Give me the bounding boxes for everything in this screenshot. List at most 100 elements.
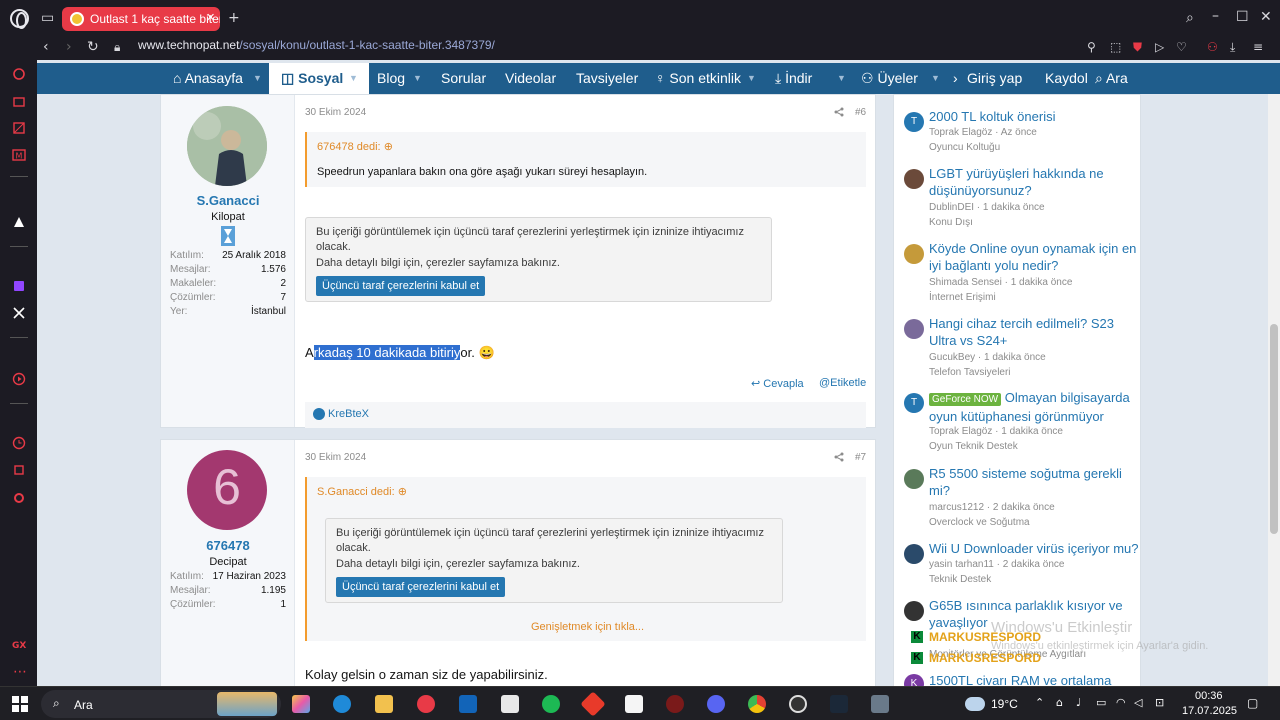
- thread-title[interactable]: 1500TL civarı RAM ve ortalama: [929, 672, 1139, 686]
- browser-tab[interactable]: Outlast 1 kaç saatte biter?: [62, 7, 220, 31]
- new-tab-icon[interactable]: +: [228, 10, 240, 26]
- scrollbar-thumb[interactable]: [1270, 324, 1278, 534]
- clock-date[interactable]: 17.07.2025: [1182, 705, 1237, 717]
- arrow-up-circle-icon[interactable]: ⊕: [384, 141, 393, 153]
- thread-title[interactable]: R5 5500 sisteme soğutma gerekli mi?: [929, 465, 1139, 499]
- nav-recent-activity[interactable]: ♀ Son etkinlik: [655, 63, 741, 94]
- share-icon[interactable]: [834, 452, 844, 462]
- workspaces-icon[interactable]: ▭: [41, 10, 54, 26]
- maximize-icon[interactable]: ☐: [1236, 9, 1249, 25]
- edge-icon[interactable]: [333, 695, 351, 713]
- settings-icon[interactable]: [12, 491, 26, 505]
- thread-title[interactable]: Wii U Downloader virüs içeriyor mu?: [929, 540, 1139, 557]
- copilot-icon[interactable]: [292, 695, 310, 713]
- power-icon[interactable]: ⊡: [1155, 696, 1164, 709]
- aria-icon[interactable]: [12, 67, 26, 81]
- chevron-down-icon[interactable]: ▼: [931, 63, 940, 94]
- avatar[interactable]: T: [904, 112, 924, 132]
- tray-chevron-icon[interactable]: ⌃: [1035, 696, 1044, 709]
- thread-title[interactable]: Hangi cihaz tercih edilmeli? S23 Ultra v…: [929, 315, 1139, 349]
- nav-search[interactable]: ⌕ Ara: [1095, 63, 1128, 94]
- post-date[interactable]: 30 Ekim 2024: [305, 107, 366, 118]
- app-icon[interactable]: [789, 695, 807, 713]
- thread-title[interactable]: 2000 TL koltuk önerisi: [929, 108, 1139, 125]
- avatar[interactable]: 6: [187, 450, 267, 530]
- post-number[interactable]: #6: [855, 107, 866, 118]
- twitch-icon[interactable]: [12, 279, 26, 293]
- thread-title[interactable]: GeForce NOW Olmayan bilgisayarda oyun kü…: [929, 389, 1139, 425]
- reaction-user[interactable]: KreBteX: [328, 408, 369, 420]
- discord-icon[interactable]: [707, 695, 725, 713]
- avatar[interactable]: T: [904, 393, 924, 413]
- nav-download[interactable]: ⤓ İndir: [775, 63, 812, 94]
- thread-forum[interactable]: Oyun Teknik Destek: [929, 441, 1018, 452]
- avatar[interactable]: [904, 244, 924, 264]
- thread-forum[interactable]: İnternet Erişimi: [929, 292, 996, 303]
- thread-title[interactable]: Köyde Online oyun oynamak için en iyi ba…: [929, 240, 1139, 274]
- scrollbar[interactable]: [1268, 94, 1280, 686]
- nav-blog[interactable]: Blog: [377, 63, 405, 94]
- app-icon[interactable]: [580, 691, 606, 717]
- nav-scroll-right-icon[interactable]: ›: [953, 63, 958, 94]
- url-field[interactable]: www.technopat.net/sosyal/konu/outlast-1-…: [138, 38, 495, 52]
- share-page-icon[interactable]: ▷: [1155, 39, 1164, 55]
- close-tab-icon[interactable]: ✕: [206, 11, 215, 24]
- downloads-icon[interactable]: ⤓: [1230, 39, 1235, 55]
- app-icon[interactable]: [871, 695, 889, 713]
- forward-icon[interactable]: ›: [66, 39, 72, 55]
- accept-cookies-button[interactable]: Üçüncü taraf çerezlerini kabul et: [336, 577, 506, 597]
- clock-time[interactable]: 00:36: [1195, 690, 1223, 702]
- notepad-icon[interactable]: [625, 695, 643, 713]
- menu-icon[interactable]: ≡: [1253, 39, 1263, 55]
- back-icon[interactable]: ‹: [43, 39, 49, 55]
- aria-ai-icon[interactable]: [12, 215, 26, 229]
- extensions-icon[interactable]: [12, 463, 26, 477]
- avatar[interactable]: [904, 319, 924, 339]
- avatar[interactable]: K: [904, 674, 924, 686]
- close-window-icon[interactable]: ✕: [1260, 9, 1272, 25]
- weather-icon[interactable]: [965, 697, 985, 711]
- accept-cookies-button[interactable]: Üçüncü taraf çerezlerini kabul et: [316, 276, 486, 296]
- search-tabs-icon[interactable]: ⌕: [1186, 10, 1194, 26]
- chevron-down-icon[interactable]: ▼: [747, 63, 756, 94]
- battery-icon[interactable]: ▭: [1096, 696, 1106, 709]
- nav-videos[interactable]: Videolar: [505, 63, 556, 94]
- adblock-icon[interactable]: ⛊: [1133, 39, 1142, 55]
- quote-author[interactable]: S.Ganacci dedi: ⊕: [317, 485, 407, 498]
- x-twitter-icon[interactable]: [12, 306, 26, 320]
- chrome-icon[interactable]: [748, 695, 766, 713]
- nav-recommendations[interactable]: Tavsiyeler: [576, 63, 638, 94]
- opera-gx-icon[interactable]: [417, 695, 435, 713]
- account-icon[interactable]: ⚇: [1207, 39, 1218, 55]
- thread-forum[interactable]: Konu Dışı: [929, 217, 973, 228]
- avatar[interactable]: [904, 469, 924, 489]
- chevron-down-icon[interactable]: ▼: [413, 63, 422, 94]
- nav-questions[interactable]: Sorular: [441, 63, 486, 94]
- outlook-icon[interactable]: [459, 695, 477, 713]
- tag-button[interactable]: @Etiketle: [819, 377, 866, 389]
- weather-temperature[interactable]: 19°C: [991, 697, 1018, 711]
- share-icon[interactable]: [834, 107, 844, 117]
- register-link[interactable]: Kaydol: [1045, 63, 1088, 94]
- thread-forum[interactable]: Oyuncu Koltuğu: [929, 142, 1000, 153]
- history-icon[interactable]: [12, 436, 26, 450]
- thread-forum[interactable]: Overclock ve Soğutma: [929, 517, 1030, 528]
- post-number[interactable]: #7: [855, 452, 866, 463]
- avatar[interactable]: [904, 169, 924, 189]
- volume-icon[interactable]: ◁: [1134, 696, 1142, 709]
- quote-author[interactable]: 676478 dedi: ⊕: [317, 140, 393, 153]
- notification-icon[interactable]: ▢: [1247, 696, 1258, 710]
- avatar[interactable]: [904, 544, 924, 564]
- file-explorer-icon[interactable]: [375, 695, 393, 713]
- nav-members[interactable]: ⚇ Üyeler: [861, 63, 918, 94]
- chevron-down-icon[interactable]: ▼: [349, 63, 358, 94]
- app-icon[interactable]: [666, 695, 684, 713]
- steam-icon[interactable]: [830, 695, 848, 713]
- pin-icon[interactable]: ⚲: [1087, 39, 1096, 55]
- username[interactable]: 676478: [161, 538, 295, 553]
- chevron-down-icon[interactable]: ▼: [253, 63, 262, 94]
- opera-logo-icon[interactable]: [10, 9, 29, 29]
- expand-quote-link[interactable]: Genişletmek için tıkla...: [307, 621, 868, 633]
- thread-forum[interactable]: Telefon Tavsiyeleri: [929, 367, 1011, 378]
- arrow-up-circle-icon[interactable]: ⊕: [398, 486, 407, 498]
